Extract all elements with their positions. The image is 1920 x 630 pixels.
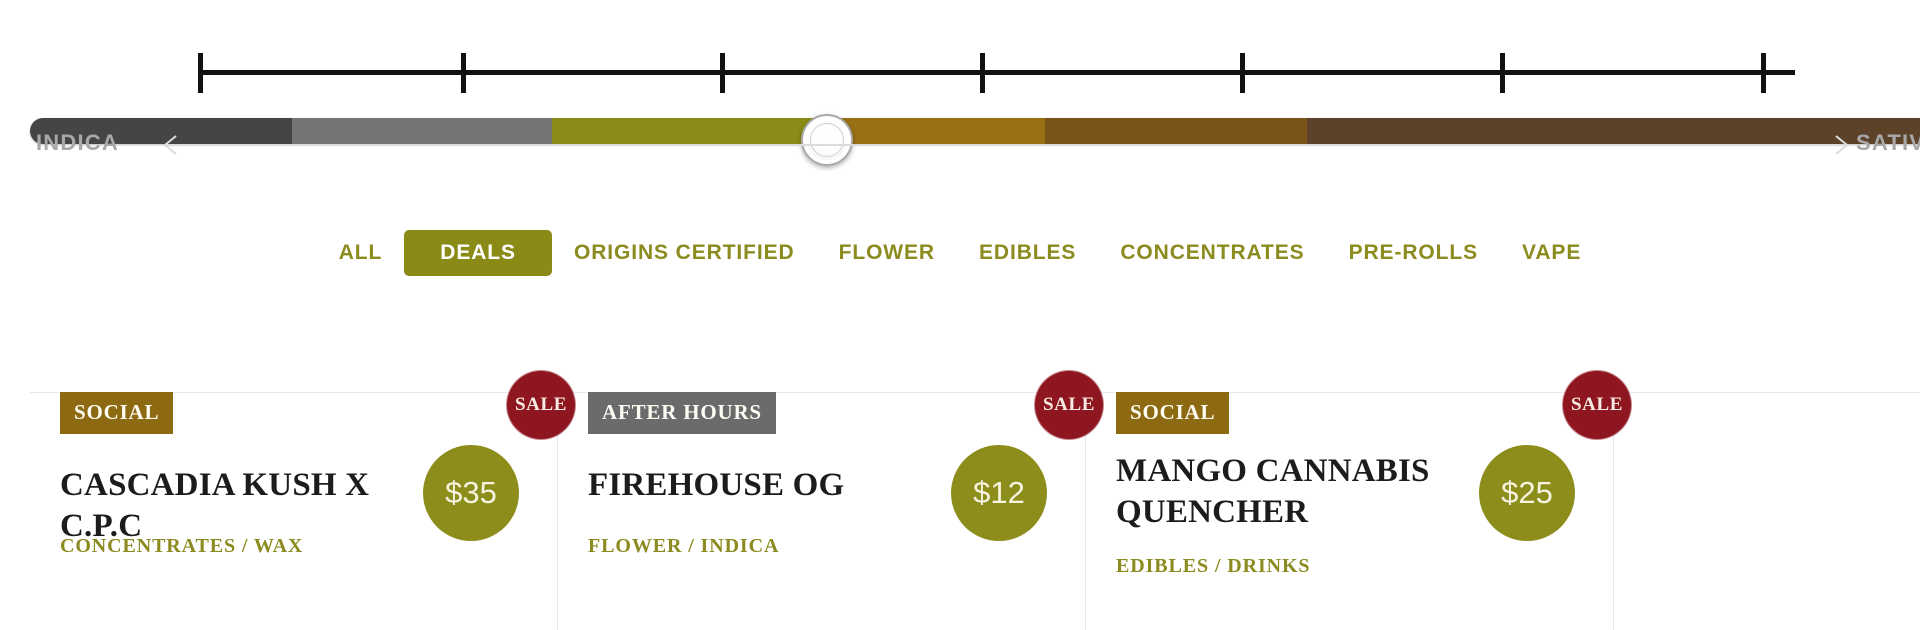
- ruler-tick-3: [979, 53, 985, 93]
- ruler-tick-2: [719, 53, 725, 93]
- strain-slider-region: INDICA SATIVA: [0, 0, 1920, 175]
- product-grid: SOCIAL CASCADIA KUSH X C.P.C CONCENTRATES …: [30, 371, 1920, 630]
- strain-slider-track[interactable]: [30, 118, 1920, 144]
- ruler-tick-1: [461, 53, 467, 93]
- nav-item-edibles[interactable]: EDIBLES: [957, 230, 1098, 276]
- product-category: CONCENTRATES / WAX: [60, 535, 304, 557]
- ruler-tick-5: [1499, 53, 1505, 93]
- slider-segment-sativa-brown: [1044, 118, 1307, 144]
- product-card[interactable]: SOCIAL MANGO CANNABIS QUENCHER EDIBLES / D…: [1086, 371, 1631, 630]
- product-title: MANGO CANNABIS QUENCHER: [1116, 453, 1430, 531]
- product-card[interactable]: SOCIAL CASCADIA KUSH X C.P.C CONCENTRATES …: [30, 371, 575, 630]
- nav-item-concentrates[interactable]: CONCENTRATES: [1098, 230, 1326, 276]
- product-card[interactable]: AFTER HOURS FIREHOUSE OG FLOWER / INDICA $1…: [558, 371, 1103, 630]
- ruler-tick-4: [1239, 53, 1245, 93]
- product-badge: SOCIAL: [1116, 392, 1230, 434]
- sale-badge: SALE: [507, 371, 575, 439]
- product-title: FIREHOUSE OG: [588, 467, 845, 503]
- product-category: EDIBLES / DRINKS: [1116, 555, 1311, 577]
- nav-item-pre-rolls[interactable]: PRE-ROLLS: [1327, 230, 1500, 276]
- product-price-bubble[interactable]: $12: [951, 445, 1047, 541]
- ruler-line: [200, 70, 1795, 75]
- strain-slider-handle[interactable]: [800, 114, 853, 166]
- sale-badge: SALE: [1563, 371, 1631, 439]
- slider-ruler: [198, 53, 1795, 93]
- product-badge: SOCIAL: [60, 392, 174, 434]
- nav-item-deals[interactable]: DEALS: [404, 230, 552, 276]
- slider-label-sativa: SATIVA: [1856, 130, 1920, 155]
- product-badge: AFTER HOURS: [588, 392, 776, 434]
- product-category: FLOWER / INDICA: [588, 535, 780, 557]
- nav-item-all[interactable]: ALL: [317, 230, 405, 276]
- ruler-tick-6: [1761, 53, 1767, 93]
- nav-item-origins-certified[interactable]: ORIGINS CERTIFIED: [552, 230, 817, 276]
- slider-label-indica: INDICA: [36, 130, 119, 155]
- slider-axis-line: [166, 144, 1850, 146]
- product-price-bubble[interactable]: $35: [423, 445, 519, 541]
- ruler-tick-0: [198, 53, 203, 93]
- nav-item-vape[interactable]: VAPE: [1500, 230, 1603, 276]
- arrow-left-icon: [162, 132, 190, 158]
- arrow-right-icon: [1822, 132, 1850, 158]
- nav-item-flower[interactable]: FLOWER: [817, 230, 957, 276]
- slider-segment-hybrid-olive: [552, 118, 813, 144]
- sale-badge: SALE: [1035, 371, 1103, 439]
- slider-segment-indica-gray: [292, 118, 553, 144]
- product-price-bubble[interactable]: $25: [1479, 445, 1575, 541]
- category-nav: ALL DEALS ORIGINS CERTIFIED FLOWER EDIBLES CO…: [0, 230, 1920, 276]
